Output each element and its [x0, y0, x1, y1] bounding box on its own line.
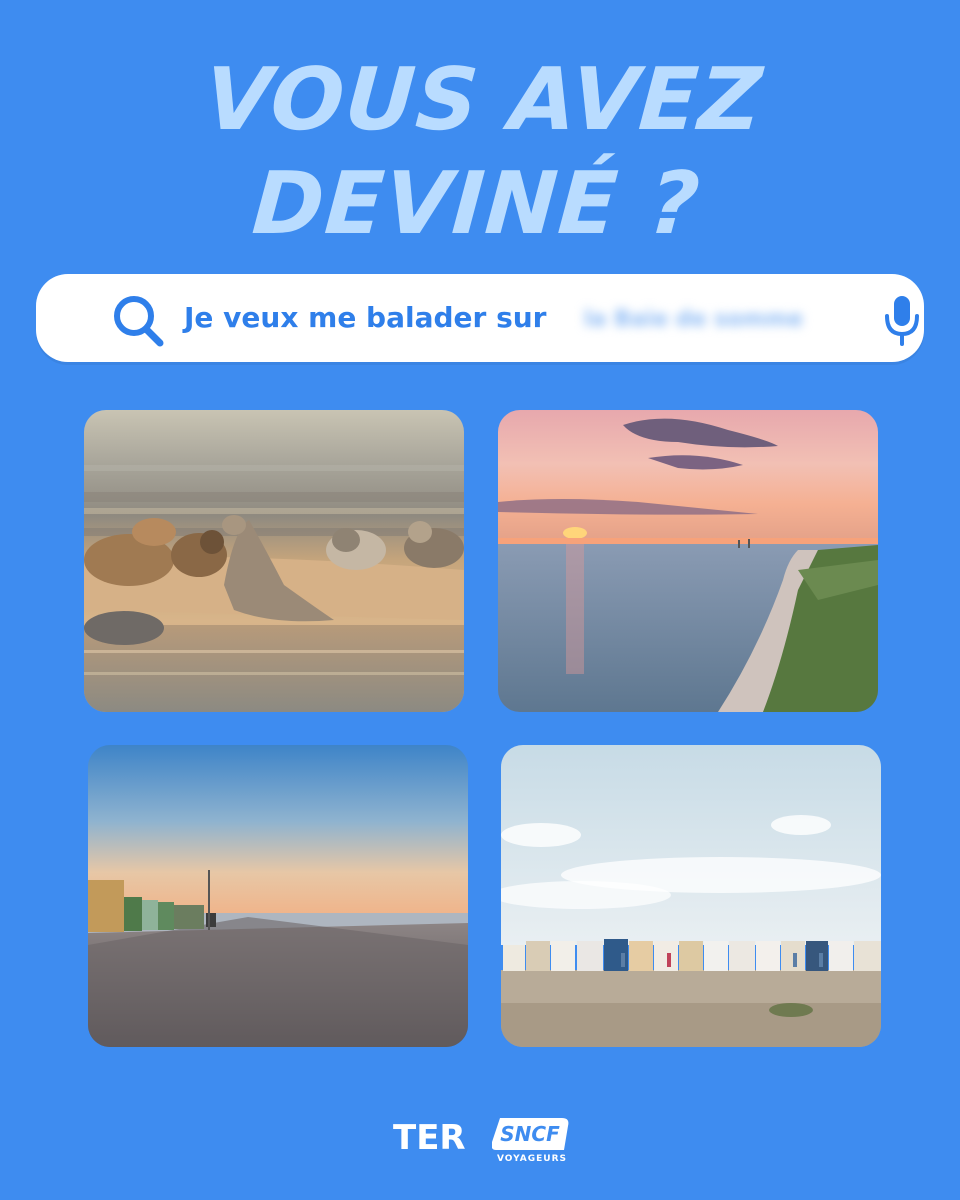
blurred-answer: la Baie de somme: [570, 302, 864, 338]
search-query-text: Je veux me balader sur: [184, 301, 547, 334]
headline-line-1: VOUS AVEZ: [201, 50, 766, 150]
microphone-icon[interactable]: [876, 294, 928, 346]
search-icon[interactable]: [108, 292, 168, 352]
blurred-answer-text: la Baie de somme: [584, 307, 804, 332]
voyageurs-label: VOYAGEURS: [497, 1154, 568, 1164]
photo-coast-sunset: [498, 410, 878, 712]
ter-logo: TER: [393, 1118, 466, 1158]
svg-text:SNCF: SNCF: [500, 1122, 560, 1146]
footer-logos: TER SNCF VOYAGEURS: [0, 1112, 960, 1172]
sncf-logo: SNCF: [492, 1118, 569, 1150]
search-bar[interactable]: Je veux me balader sur la Baie de somme: [36, 274, 924, 362]
headline-line-2: DEVINÉ ?: [249, 154, 704, 254]
photo-seals: [84, 410, 464, 712]
photo-beach-huts: [501, 745, 881, 1047]
photo-pebble-beach: [88, 745, 468, 1047]
headline: VOUS AVEZ DEVINÉ ?: [0, 48, 960, 256]
